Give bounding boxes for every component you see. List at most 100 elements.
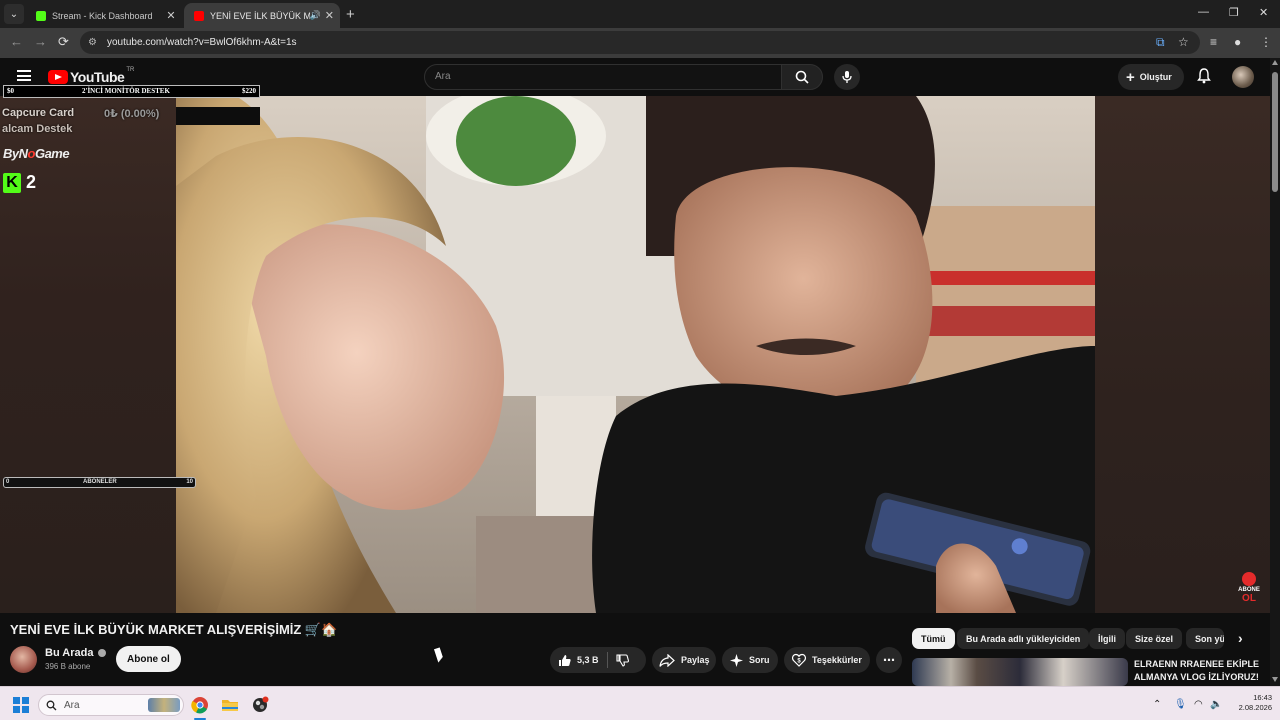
bookmark-star-icon[interactable]: ☆ <box>1178 35 1189 49</box>
channel-name-text: Bu Arada <box>45 647 94 659</box>
subscriber-count: 396 B abone <box>45 662 91 671</box>
profile-icon[interactable]: ● <box>1234 35 1241 49</box>
file-explorer-icon[interactable] <box>220 695 240 715</box>
player-letterbox-right <box>1095 96 1270 613</box>
taskbar-clock[interactable]: 16:43 2.08.2026 <box>1224 693 1272 713</box>
microphone-tray-icon[interactable]: 🎙 <box>1174 699 1187 710</box>
thumbs-down-icon[interactable] <box>615 653 629 667</box>
close-window-icon[interactable]: ✕ <box>1259 6 1268 19</box>
subscribe-button[interactable]: Abone ol <box>116 646 181 672</box>
chrome-menu-icon[interactable]: ⋮ <box>1260 35 1272 49</box>
scroll-down-icon[interactable] <box>1272 677 1278 682</box>
country-code: TR <box>126 67 135 73</box>
ask-button[interactable]: Soru <box>722 647 778 673</box>
subscribe-bell-icon <box>1242 572 1256 586</box>
scrollbar-thumb[interactable] <box>1272 72 1278 192</box>
more-actions-button[interactable]: ⋯ <box>876 647 902 673</box>
restore-icon[interactable]: ❐ <box>1229 6 1239 19</box>
cast-icon[interactable]: ⧉ <box>1156 35 1165 50</box>
chip-all[interactable]: Tümü <box>912 628 955 649</box>
wifi-icon[interactable]: ◠ <box>1194 699 1203 710</box>
chips-next-icon[interactable]: › <box>1238 630 1243 646</box>
tab-title: YENİ EVE İLK BÜYÜK MARKET ALIŞVERİŞİMİZ <box>210 10 310 21</box>
obs-recording-icon[interactable] <box>250 695 270 715</box>
video-player[interactable] <box>176 96 1095 613</box>
kick-viewer-count: 2 <box>26 172 37 192</box>
recommended-thumbnail[interactable] <box>912 658 1128 686</box>
tab-title: Stream - Kick Dashboard <box>52 10 153 21</box>
capture-card-progress: 0₺ (0.00%) <box>104 108 160 120</box>
like-separator <box>606 652 608 668</box>
goal-start: $0 <box>7 87 14 95</box>
microphone-icon <box>842 71 852 83</box>
close-tab-icon[interactable]: ✕ <box>325 9 334 22</box>
new-tab-icon[interactable]: + <box>346 6 355 23</box>
youtube-play-icon <box>48 70 68 84</box>
search-icon <box>46 700 57 710</box>
close-tab-icon[interactable]: ✕ <box>164 9 178 22</box>
voice-search-button[interactable] <box>834 64 860 90</box>
kick-logo-icon: K <box>3 172 21 193</box>
youtube-favicon-icon <box>194 10 204 21</box>
channel-avatar[interactable] <box>10 646 37 673</box>
channel-name[interactable]: Bu Arada <box>45 647 106 659</box>
thanks-button[interactable]: $ Teşekkürler <box>784 647 870 673</box>
share-icon <box>659 653 675 667</box>
donation-goal-bar: $0 2'İNCİ MONİTÖR DESTEK $220 <box>3 85 260 98</box>
site-info-icon[interactable]: ⚙ <box>88 37 97 48</box>
tray-overflow-icon[interactable]: ⌃ <box>1153 699 1161 710</box>
address-bar[interactable]: ⚙ youtube.com/watch?v=BwlOf6khm-A&t=1s <box>80 31 1200 54</box>
search-input[interactable] <box>435 71 755 82</box>
plus-icon: + <box>1126 68 1135 86</box>
windows-taskbar: Ara ⌃ 🎙 ◠ 🔈 <box>0 686 1280 720</box>
taskbar-search[interactable]: Ara <box>38 694 184 716</box>
sparkle-icon <box>730 653 743 667</box>
share-button[interactable]: Paylaş <box>652 647 716 673</box>
recommended-title[interactable]: ELRAENN RRAENEE EKİPLE ALMANYA VLOG İZLİ… <box>1134 658 1270 684</box>
destek-label: alcam Destek <box>2 123 73 135</box>
volume-icon[interactable]: 🔈 <box>1210 699 1222 710</box>
minimize-icon[interactable]: — <box>1198 6 1209 18</box>
chip-from-uploader[interactable]: Bu Arada adlı yükleyiciden <box>957 628 1090 649</box>
search-button[interactable] <box>781 64 823 90</box>
youtube-wordmark: YouTube <box>70 69 125 85</box>
chrome-taskbar-icon[interactable] <box>190 695 210 715</box>
tab-kick-dashboard[interactable]: Stream - Kick Dashboard ✕ <box>26 3 184 28</box>
reading-list-icon[interactable]: ≡ <box>1210 35 1217 49</box>
page-scrollbar[interactable] <box>1270 58 1280 686</box>
like-count: 5,3 B <box>577 655 599 665</box>
clock-time: 16:43 <box>1253 693 1272 702</box>
audio-playing-icon[interactable]: 🔊 <box>310 10 321 21</box>
search-highlight-image <box>148 698 180 712</box>
thumbs-up-icon <box>559 654 571 666</box>
create-label: Oluştur <box>1139 72 1172 82</box>
subscribe-watermark[interactable]: ABONE OL <box>1236 572 1262 604</box>
capture-card-bar <box>176 107 260 125</box>
windows-start-icon[interactable] <box>13 697 29 713</box>
sponsor-part: ByN <box>3 146 28 161</box>
forward-icon[interactable]: → <box>34 34 47 49</box>
thanks-label: Teşekkürler <box>812 655 862 665</box>
back-icon[interactable]: ← <box>10 34 23 49</box>
scroll-up-icon[interactable] <box>1272 60 1278 65</box>
browser-toolbar: ← → ⟳ ⚙ youtube.com/watch?v=BwlOf6khm-A&… <box>0 28 1280 58</box>
youtube-logo[interactable]: YouTube TR <box>48 67 135 85</box>
account-avatar[interactable] <box>1232 66 1254 88</box>
video-title: YENİ EVE İLK BÜYÜK MARKET ALIŞVERİŞİMİZ … <box>10 622 338 637</box>
sub-goal-end: 10 <box>186 479 193 485</box>
sponsor-part: o <box>27 146 36 161</box>
reload-icon[interactable]: ⟳ <box>58 34 69 50</box>
browser-tab-strip: ⌄ Stream - Kick Dashboard ✕ YENİ EVE İLK… <box>0 0 1280 28</box>
chip-for-you[interactable]: Size özel <box>1126 628 1183 649</box>
chip-related[interactable]: İlgili <box>1089 628 1125 649</box>
notifications-bell-icon[interactable] <box>1197 68 1211 84</box>
search-icon <box>795 70 809 84</box>
create-button[interactable]: + Oluştur <box>1118 64 1184 90</box>
like-button[interactable]: 5,3 B <box>558 654 599 667</box>
search-box <box>424 64 782 90</box>
capture-card-label: Capcure Card <box>2 107 75 119</box>
chip-recent[interactable]: Son yü <box>1186 628 1224 649</box>
hamburger-menu-icon[interactable] <box>17 70 31 81</box>
tab-search-button[interactable]: ⌄ <box>4 4 24 24</box>
tab-youtube-video[interactable]: YENİ EVE İLK BÜYÜK MARKET ALIŞVERİŞİMİZ … <box>184 3 340 28</box>
